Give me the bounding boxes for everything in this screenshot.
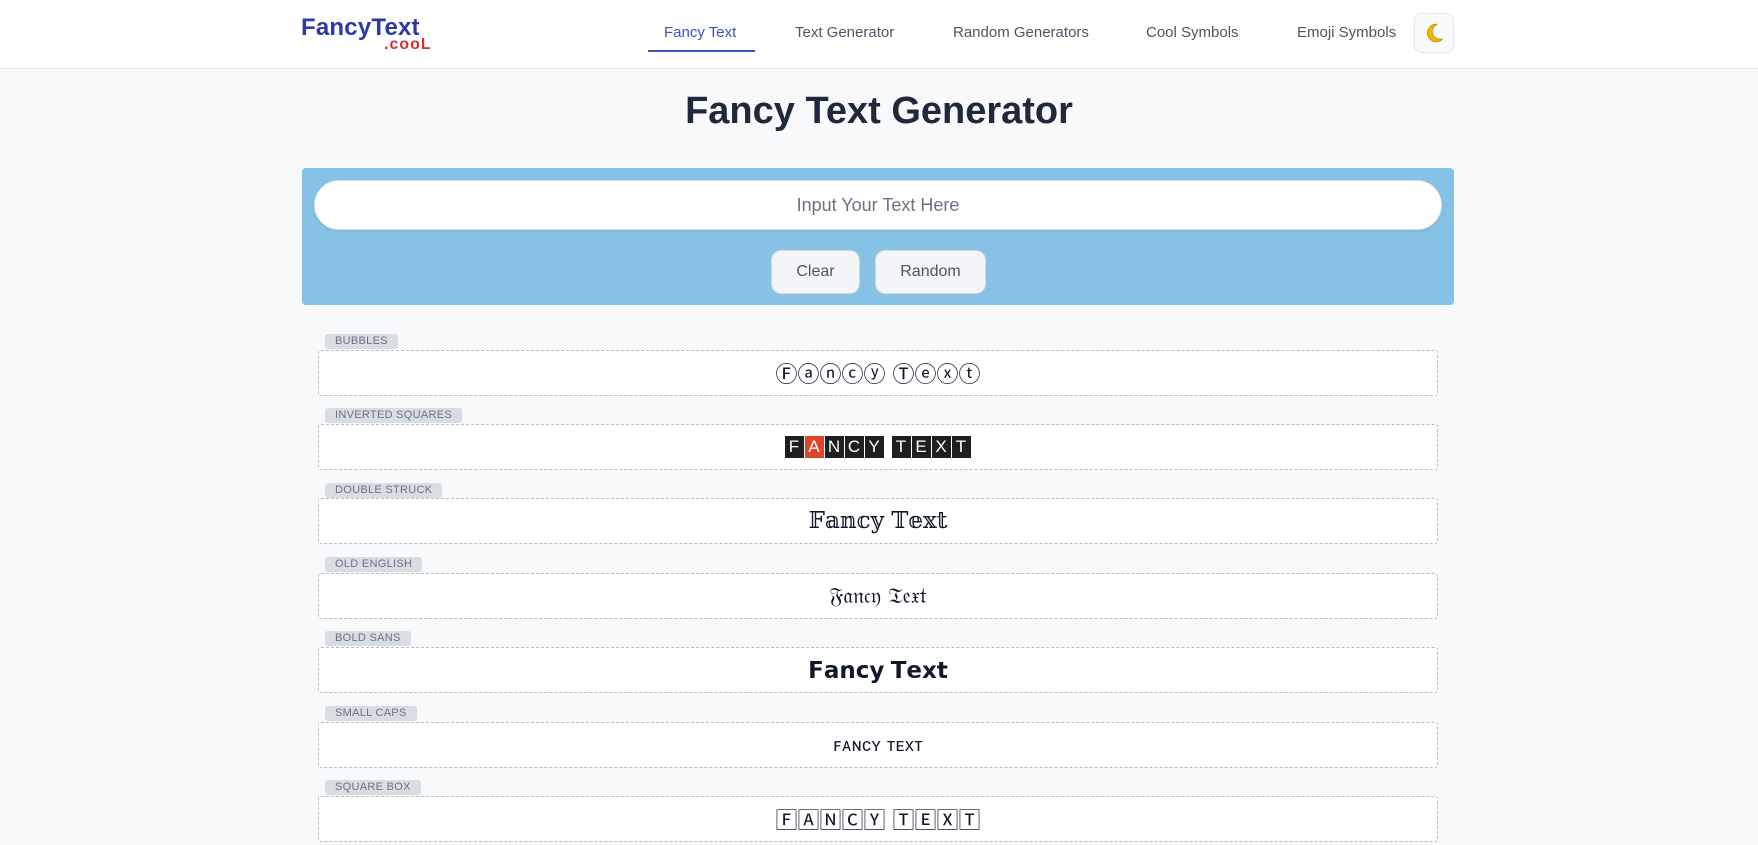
- style-tag-bubbles: BUBBLES: [325, 334, 398, 349]
- site-logo[interactable]: FancyText .cooL: [301, 14, 436, 54]
- inverted-square-letter: F: [784, 436, 804, 458]
- result-square-box[interactable]: 🄵🄰🄽🄲🅈 🅃🄴🅇🅃: [318, 796, 1438, 842]
- inverted-square-letter: T: [891, 436, 911, 458]
- style-tag-bold-sans: BOLD SANS: [325, 631, 411, 646]
- result-text: 🄵🄰🄽🄲🅈 🅃🄴🅇🅃: [775, 809, 981, 834]
- inverted-square-letter: T: [951, 436, 971, 458]
- result-bold-sans[interactable]: 𝗙𝗮𝗻𝗰𝘆 𝗧𝗲𝘅𝘁: [318, 647, 1438, 693]
- page-title: Fancy Text Generator: [685, 90, 1073, 132]
- result-text: 𝗙𝗮𝗻𝗰𝘆 𝗧𝗲𝘅𝘁: [808, 656, 948, 683]
- nav-text-generator[interactable]: Text Generator: [795, 24, 894, 41]
- inverted-square-letter: A: [804, 436, 824, 458]
- result-inverted-squares[interactable]: F A N C Y T E X T: [318, 424, 1438, 470]
- input-panel: Clear Random: [302, 168, 1454, 305]
- result-text: Ⓕⓐⓝⓒⓨ Ⓣⓔⓧⓣ: [775, 363, 981, 388]
- inverted-square-letter: Y: [864, 436, 884, 458]
- nav-cool-symbols[interactable]: Cool Symbols: [1146, 24, 1239, 41]
- clear-button[interactable]: Clear: [771, 250, 860, 294]
- letter-gap: [885, 436, 891, 458]
- result-text: 𝔉𝔞𝔫𝔠𝔶 𝔗𝔢𝔵𝔱: [829, 583, 927, 609]
- result-old-english[interactable]: 𝔉𝔞𝔫𝔠𝔶 𝔗𝔢𝔵𝔱: [318, 573, 1438, 619]
- active-nav-underline: [648, 50, 755, 52]
- inverted-square-letter: X: [931, 436, 951, 458]
- top-navbar: FancyText .cooL Fancy Text Text Generato…: [0, 0, 1758, 69]
- style-tag-small-caps: SMALL CAPS: [325, 706, 417, 721]
- moon-icon: [1427, 23, 1444, 43]
- result-text: F A N C Y T E X T: [319, 425, 1437, 469]
- nav-fancy-text[interactable]: Fancy Text: [664, 24, 736, 41]
- nav-random-generators[interactable]: Random Generators: [953, 24, 1089, 41]
- style-tag-square-box: SQUARE BOX: [325, 780, 421, 795]
- result-small-caps[interactable]: ꜰᴀɴᴄʏ ᴛᴇxᴛ: [318, 722, 1438, 768]
- theme-toggle-button[interactable]: [1414, 13, 1454, 53]
- inverted-square-letter: C: [844, 436, 864, 458]
- result-double-struck[interactable]: 𝔽𝕒𝕟𝕔𝕪 𝕋𝕖𝕩𝕥: [318, 498, 1438, 544]
- result-text: 𝔽𝕒𝕟𝕔𝕪 𝕋𝕖𝕩𝕥: [808, 508, 948, 534]
- result-bubbles[interactable]: Ⓕⓐⓝⓒⓨ Ⓣⓔⓧⓣ: [318, 350, 1438, 396]
- random-button[interactable]: Random: [875, 250, 986, 294]
- nav-emoji-symbols[interactable]: Emoji Symbols: [1297, 24, 1396, 41]
- inverted-square-letter: N: [824, 436, 844, 458]
- text-input[interactable]: [314, 180, 1442, 230]
- style-tag-double-struck: DOUBLE STRUCK: [325, 483, 443, 498]
- style-tag-old-english: OLD ENGLISH: [325, 557, 423, 572]
- logo-sub-text: .cooL: [384, 36, 432, 53]
- inverted-square-letter: E: [911, 436, 931, 458]
- style-tag-inverted-squares: INVERTED SQUARES: [325, 408, 463, 423]
- result-text: ꜰᴀɴᴄʏ ᴛᴇxᴛ: [832, 734, 924, 755]
